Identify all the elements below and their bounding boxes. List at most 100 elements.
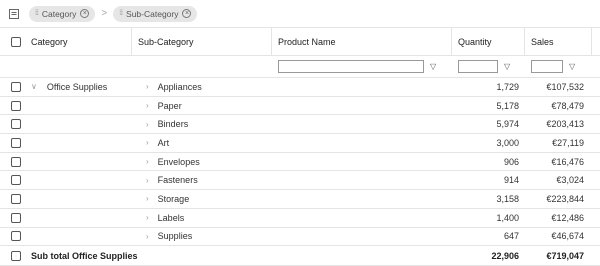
row-select-cell (0, 228, 25, 246)
quantity-cell: 3,000 (496, 137, 519, 148)
table-row[interactable]: › Supplies 647 €46,674 (0, 228, 600, 247)
chevron-right-icon[interactable]: › (146, 213, 149, 222)
grip-icon[interactable]: ⁞⁞⁞ (119, 10, 123, 17)
table-row[interactable]: › Storage 3,158 €223,844 (0, 190, 600, 209)
row-select-cell (0, 97, 25, 115)
group-cell (25, 209, 132, 227)
sales-cell: €107,532 (546, 81, 584, 92)
sales-cell: €3,024 (556, 175, 584, 186)
column-header-product-name[interactable]: Product Name (272, 28, 452, 55)
data-grid: ⁞⁞⁞ Category × > ⁞⁞⁞ Sub-Category × Cate… (0, 0, 600, 266)
subtotal-row[interactable]: Sub total Office Supplies 22,906 €719,04… (0, 246, 600, 266)
row-select-cell (0, 246, 25, 265)
quantity-cell: 5,974 (496, 119, 519, 130)
product-name-cell (272, 97, 452, 115)
group-chip-category[interactable]: ⁞⁞⁞ Category × (29, 5, 96, 22)
sub-category-label: Fasteners (157, 175, 198, 186)
sub-category-cell: › Envelopes (132, 153, 272, 171)
row-checkbox[interactable] (11, 193, 21, 204)
row-checkbox[interactable] (11, 119, 21, 130)
sales-cell: €78,479 (551, 100, 584, 111)
product-name-cell (272, 209, 452, 227)
group-panel: ⁞⁞⁞ Category × > ⁞⁞⁞ Sub-Category × (0, 0, 600, 28)
chevron-right-icon[interactable]: › (146, 82, 149, 91)
chevron-right-icon[interactable]: › (146, 138, 149, 147)
column-header-sales[interactable]: Sales (525, 28, 592, 55)
group-cell (25, 190, 132, 208)
sub-category-cell: › Storage (132, 190, 272, 208)
product-name-cell (272, 153, 452, 171)
row-checkbox[interactable] (11, 212, 21, 223)
sales-cell: €16,476 (551, 156, 584, 167)
group-chip-sub-category[interactable]: ⁞⁞⁞ Sub-Category × (113, 5, 198, 22)
sub-category-label: Envelopes (157, 156, 200, 167)
table-row[interactable]: › Binders 5,974 €203,413 (0, 115, 600, 135)
sub-category-label: Appliances (157, 81, 202, 92)
remove-circle-icon[interactable]: × (80, 9, 90, 18)
row-checkbox[interactable] (11, 81, 21, 92)
table-row[interactable]: › Envelopes 906 €16,476 (0, 153, 600, 172)
group-cell (25, 134, 132, 152)
select-all-cell (0, 28, 25, 55)
column-header-category[interactable]: Category (25, 28, 132, 55)
row-select-cell (0, 171, 25, 189)
quantity-cell: 5,178 (496, 100, 519, 111)
filter-cell-quantity: ▽ (452, 56, 525, 77)
chevron-right-icon[interactable]: › (146, 101, 149, 110)
group-cell (25, 153, 132, 171)
row-checkbox[interactable] (11, 231, 21, 242)
sub-category-label: Storage (157, 193, 190, 204)
row-select-cell (0, 78, 25, 96)
subtotal-sales: €719,047 (546, 250, 584, 261)
filter-spacer (0, 56, 25, 77)
sub-category-cell: › Labels (132, 209, 272, 227)
sub-category-label: Binders (157, 119, 189, 130)
row-checkbox[interactable] (11, 100, 21, 111)
chevron-right-icon[interactable]: › (146, 157, 149, 166)
group-cell (25, 115, 132, 133)
sub-category-cell: › Binders (132, 115, 272, 133)
table-row[interactable]: › Paper 5,178 €78,479 (0, 97, 600, 116)
column-header-quantity[interactable]: Quantity (452, 28, 525, 55)
sales-filter-input[interactable] (531, 60, 563, 73)
quantity-filter-input[interactable] (458, 60, 498, 73)
filter-icon[interactable]: ▽ (569, 62, 575, 71)
remove-circle-icon[interactable]: × (182, 9, 192, 18)
chevron-right-icon[interactable]: › (146, 120, 149, 129)
product-name-cell (272, 115, 452, 133)
quantity-cell: 906 (503, 156, 519, 167)
row-checkbox[interactable] (11, 250, 21, 261)
table-row[interactable]: › Labels 1,400 €12,486 (0, 209, 600, 228)
quantity-cell: 647 (503, 231, 519, 242)
row-checkbox[interactable] (11, 137, 21, 148)
filter-spacer (25, 56, 132, 77)
group-panel-icon[interactable] (8, 8, 20, 20)
chevron-right-icon[interactable]: › (146, 232, 149, 241)
product-name-cell (272, 190, 452, 208)
row-checkbox[interactable] (11, 156, 21, 167)
sub-category-label: Labels (157, 212, 185, 223)
table-row[interactable]: › Fasteners 914 €3,024 (0, 171, 600, 191)
sub-category-label: Art (157, 137, 170, 148)
sub-category-cell: › Paper (132, 97, 272, 115)
filter-row: ▽ ▽ ▽ (0, 56, 600, 78)
select-all-checkbox[interactable] (11, 36, 21, 47)
filter-icon[interactable]: ▽ (430, 62, 436, 71)
chevron-right-icon[interactable]: › (146, 176, 149, 185)
sales-cell: €46,674 (551, 231, 584, 242)
grip-icon[interactable]: ⁞⁞⁞ (35, 10, 39, 17)
chevron-right-icon[interactable]: › (146, 194, 149, 203)
column-header-sub-category[interactable]: Sub-Category (132, 28, 272, 55)
group-chip-label: Category (41, 8, 77, 19)
filter-cell-product-name: ▽ (272, 56, 452, 77)
row-select-cell (0, 134, 25, 152)
chevron-down-icon[interactable]: ∨ (31, 82, 37, 91)
table-row[interactable]: ∨ Office Supplies › Appliances 1,729 €10… (0, 78, 600, 97)
row-checkbox[interactable] (11, 175, 21, 186)
row-select-cell (0, 190, 25, 208)
filter-icon[interactable]: ▽ (504, 62, 510, 71)
product-name-filter-input[interactable] (278, 60, 424, 73)
filter-spacer (132, 56, 272, 77)
group-cell (25, 171, 132, 189)
table-row[interactable]: › Art 3,000 €27,119 (0, 134, 600, 153)
